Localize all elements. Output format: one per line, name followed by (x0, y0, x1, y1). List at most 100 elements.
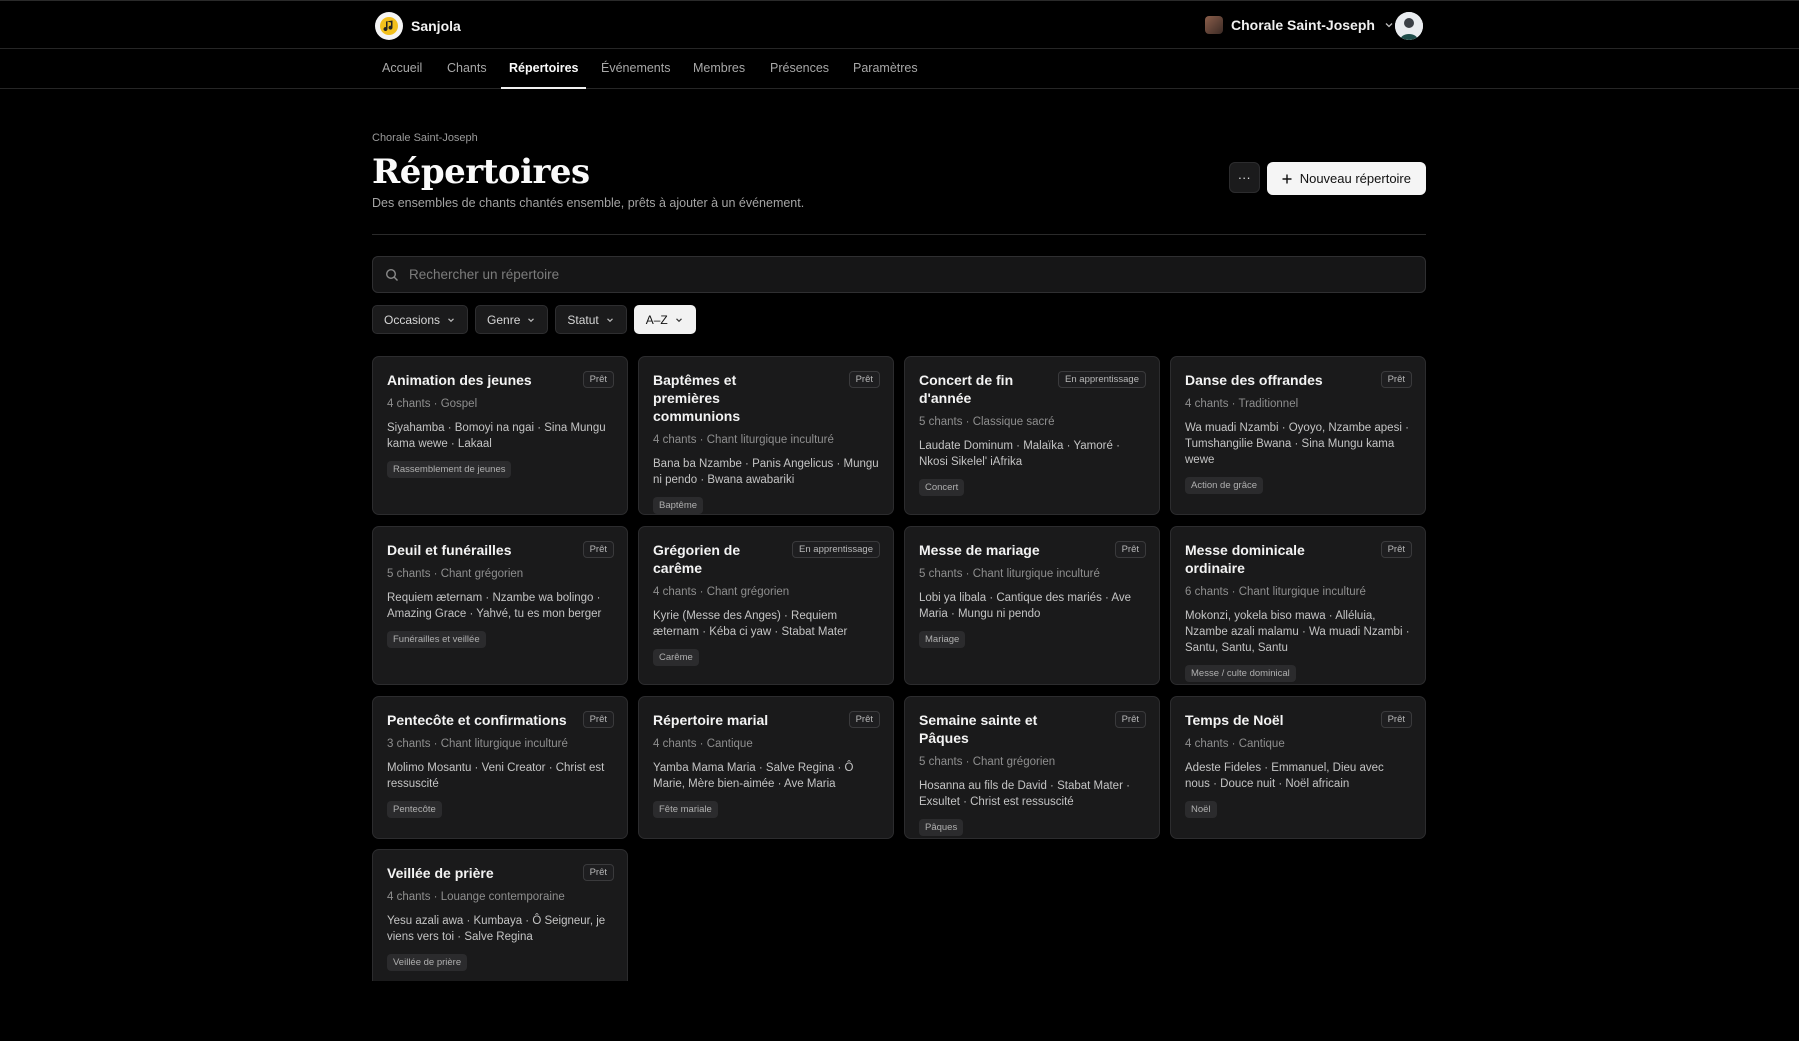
card-songs: Siyahamba · Bomoyi na ngai · Sina Mungu … (387, 422, 606, 450)
search-icon (385, 268, 399, 282)
sort-label: A–Z (645, 312, 668, 327)
search-input[interactable] (409, 267, 1309, 282)
status-badge: Prêt (582, 371, 614, 388)
occasion-tag: Fête mariale (653, 801, 718, 818)
status-badge: Prêt (848, 711, 880, 728)
card-title: Animation des jeunes (387, 372, 532, 388)
card-title: Pentecôte et confirmations (387, 712, 567, 728)
more-options-button[interactable]: ··· (1228, 162, 1260, 193)
nav-item-presences[interactable]: Présences (762, 49, 837, 88)
occasion-tag: Noël (1185, 801, 1217, 818)
filter-label: Genre (487, 312, 521, 327)
status-badge: Prêt (848, 371, 880, 388)
divider (372, 234, 1426, 235)
card-songs: Yamba Mama Maria · Salve Regina · Ô Mari… (653, 762, 854, 790)
chevron-down-icon (674, 315, 684, 325)
occasion-tag: Pentecôte (387, 801, 442, 818)
repertoire-card[interactable]: Concert de fin d'année En apprentissage … (904, 356, 1160, 515)
nav-item-parametres[interactable]: Paramètres (845, 49, 926, 88)
card-meta: 6 chants · Chant liturgique inculturé (1185, 586, 1366, 598)
occasion-tag: Concert (919, 479, 965, 496)
filter-statut[interactable]: Statut (555, 305, 627, 334)
repertoire-card[interactable]: Grégorien de carême En apprentissage 4 c… (638, 526, 894, 685)
card-title: Temps de Noël (1185, 712, 1284, 728)
occasion-tag: Pâques (919, 819, 964, 836)
card-meta: 5 chants · Chant liturgique inculturé (919, 568, 1100, 580)
card-meta: 4 chants · Louange contemporaine (387, 891, 565, 903)
card-title: Deuil et funérailles (387, 542, 512, 558)
occasion-tag: Action de grâce (1185, 477, 1264, 494)
card-title: Répertoire marial (653, 712, 769, 728)
card-songs: Molimo Mosantu · Veni Creator · Christ e… (387, 762, 605, 790)
card-songs: Laudate Dominum · Malaïka · Yamoré · Nko… (919, 440, 1120, 468)
card-songs: Kyrie (Messe des Anges) · Requiem æterna… (653, 610, 848, 638)
chevron-down-icon (1383, 19, 1395, 31)
repertoire-card[interactable]: Animation des jeunes Prêt 4 chants · Gos… (372, 356, 628, 515)
filter-label: Statut (567, 312, 599, 327)
status-badge: Prêt (1380, 711, 1412, 728)
card-meta: 4 chants · Cantique (653, 738, 753, 750)
card-title: Veillée de prière (387, 865, 494, 881)
card-meta: 4 chants · Cantique (1185, 738, 1285, 750)
card-meta: 4 chants · Gospel (387, 398, 478, 410)
breadcrumb[interactable]: Chorale Saint-Joseph (372, 132, 1426, 144)
occasion-tag: Funérailles et veillée (387, 631, 486, 648)
repertoire-card[interactable]: Répertoire marial Prêt 4 chants · Cantiq… (638, 696, 894, 839)
nav-item-evenements[interactable]: Événements (593, 49, 678, 88)
repertoire-card[interactable]: Danse des offrandes Prêt 4 chants · Trad… (1170, 356, 1426, 515)
occasion-tag: Rassemblement de jeunes (387, 461, 512, 478)
card-songs: Hosanna au fils de David · Stabat Mater … (919, 780, 1130, 808)
card-songs: Bana ba Nzambe · Panis Angelicus · Mungu… (653, 458, 879, 486)
main-nav: Accueil Chants Répertoires Événements Me… (0, 49, 1799, 89)
search-bar (372, 256, 1426, 293)
nav-item-membres[interactable]: Membres (685, 49, 753, 88)
card-meta: 5 chants · Chant grégorien (919, 756, 1056, 768)
sort-dropdown[interactable]: A–Z (633, 305, 696, 334)
card-songs: Lobi ya libala · Cantique des mariés · A… (919, 592, 1132, 620)
card-songs: Requiem æternam · Nzambe wa bolingo · Am… (387, 592, 602, 620)
filter-occasions[interactable]: Occasions (372, 305, 469, 334)
repertoire-card[interactable]: Veillée de prière Prêt 4 chants · Louang… (372, 849, 628, 981)
repertoire-card[interactable]: Baptêmes et premières communions Prêt 4 … (638, 356, 894, 515)
occasion-tag: Carême (653, 649, 699, 666)
occasion-tag: Baptême (653, 497, 704, 514)
repertoire-card[interactable]: Messe de mariage Prêt 5 chants · Chant l… (904, 526, 1160, 685)
main-content: Chorale Saint-Joseph Répertoires Des ens… (372, 132, 1426, 981)
status-badge: Prêt (1114, 541, 1146, 558)
chevron-down-icon (446, 315, 456, 325)
filter-genre[interactable]: Genre (475, 305, 549, 334)
organization-name: Chorale Saint-Joseph (1231, 17, 1375, 33)
nav-item-chants[interactable]: Chants (439, 49, 495, 88)
top-bar: Sanjola Chorale Saint-Joseph (0, 0, 1799, 49)
occasion-tag: Messe / culte dominical (1185, 665, 1296, 682)
chevron-down-icon (526, 315, 536, 325)
card-meta: 4 chants · Chant liturgique inculturé (653, 434, 834, 446)
user-avatar[interactable] (1395, 12, 1423, 40)
new-repertoire-button[interactable]: Nouveau répertoire (1266, 162, 1426, 195)
status-badge: Prêt (582, 864, 614, 881)
repertoire-card[interactable]: Deuil et funérailles Prêt 5 chants · Cha… (372, 526, 628, 685)
nav-item-repertoires[interactable]: Répertoires (501, 49, 587, 89)
organization-switcher[interactable]: Chorale Saint-Joseph (1205, 16, 1395, 34)
new-repertoire-label: Nouveau répertoire (1299, 171, 1411, 186)
chevron-down-icon (605, 315, 615, 325)
status-badge: Prêt (1380, 371, 1412, 388)
music-note-icon (375, 12, 403, 40)
organization-avatar (1205, 16, 1223, 34)
card-songs: Yesu azali awa · Kumbaya · Ô Seigneur, j… (387, 915, 606, 943)
status-badge: Prêt (1114, 711, 1146, 728)
card-title: Messe dominicale ordinaire (1185, 542, 1305, 576)
card-meta: 5 chants · Classique sacré (919, 416, 1055, 428)
nav-item-accueil[interactable]: Accueil (374, 49, 430, 88)
more-options-icon: ··· (1237, 170, 1251, 185)
card-songs: Mokonzi, yokela biso mawa · Alléluia, Nz… (1185, 610, 1410, 654)
repertoire-card[interactable]: Pentecôte et confirmations Prêt 3 chants… (372, 696, 628, 839)
plus-icon (1281, 173, 1293, 185)
repertoire-card[interactable]: Temps de Noël Prêt 4 chants · Cantique A… (1170, 696, 1426, 839)
card-songs: Wa muadi Nzambi · Oyoyo, Nzambe apesi · … (1185, 422, 1409, 466)
repertoire-card[interactable]: Messe dominicale ordinaire Prêt 6 chants… (1170, 526, 1426, 685)
occasion-tag: Mariage (919, 631, 966, 648)
status-badge: En apprentissage (792, 541, 880, 558)
repertoire-card[interactable]: Semaine sainte et Pâques Prêt 5 chants ·… (904, 696, 1160, 839)
brand[interactable]: Sanjola (375, 12, 461, 40)
